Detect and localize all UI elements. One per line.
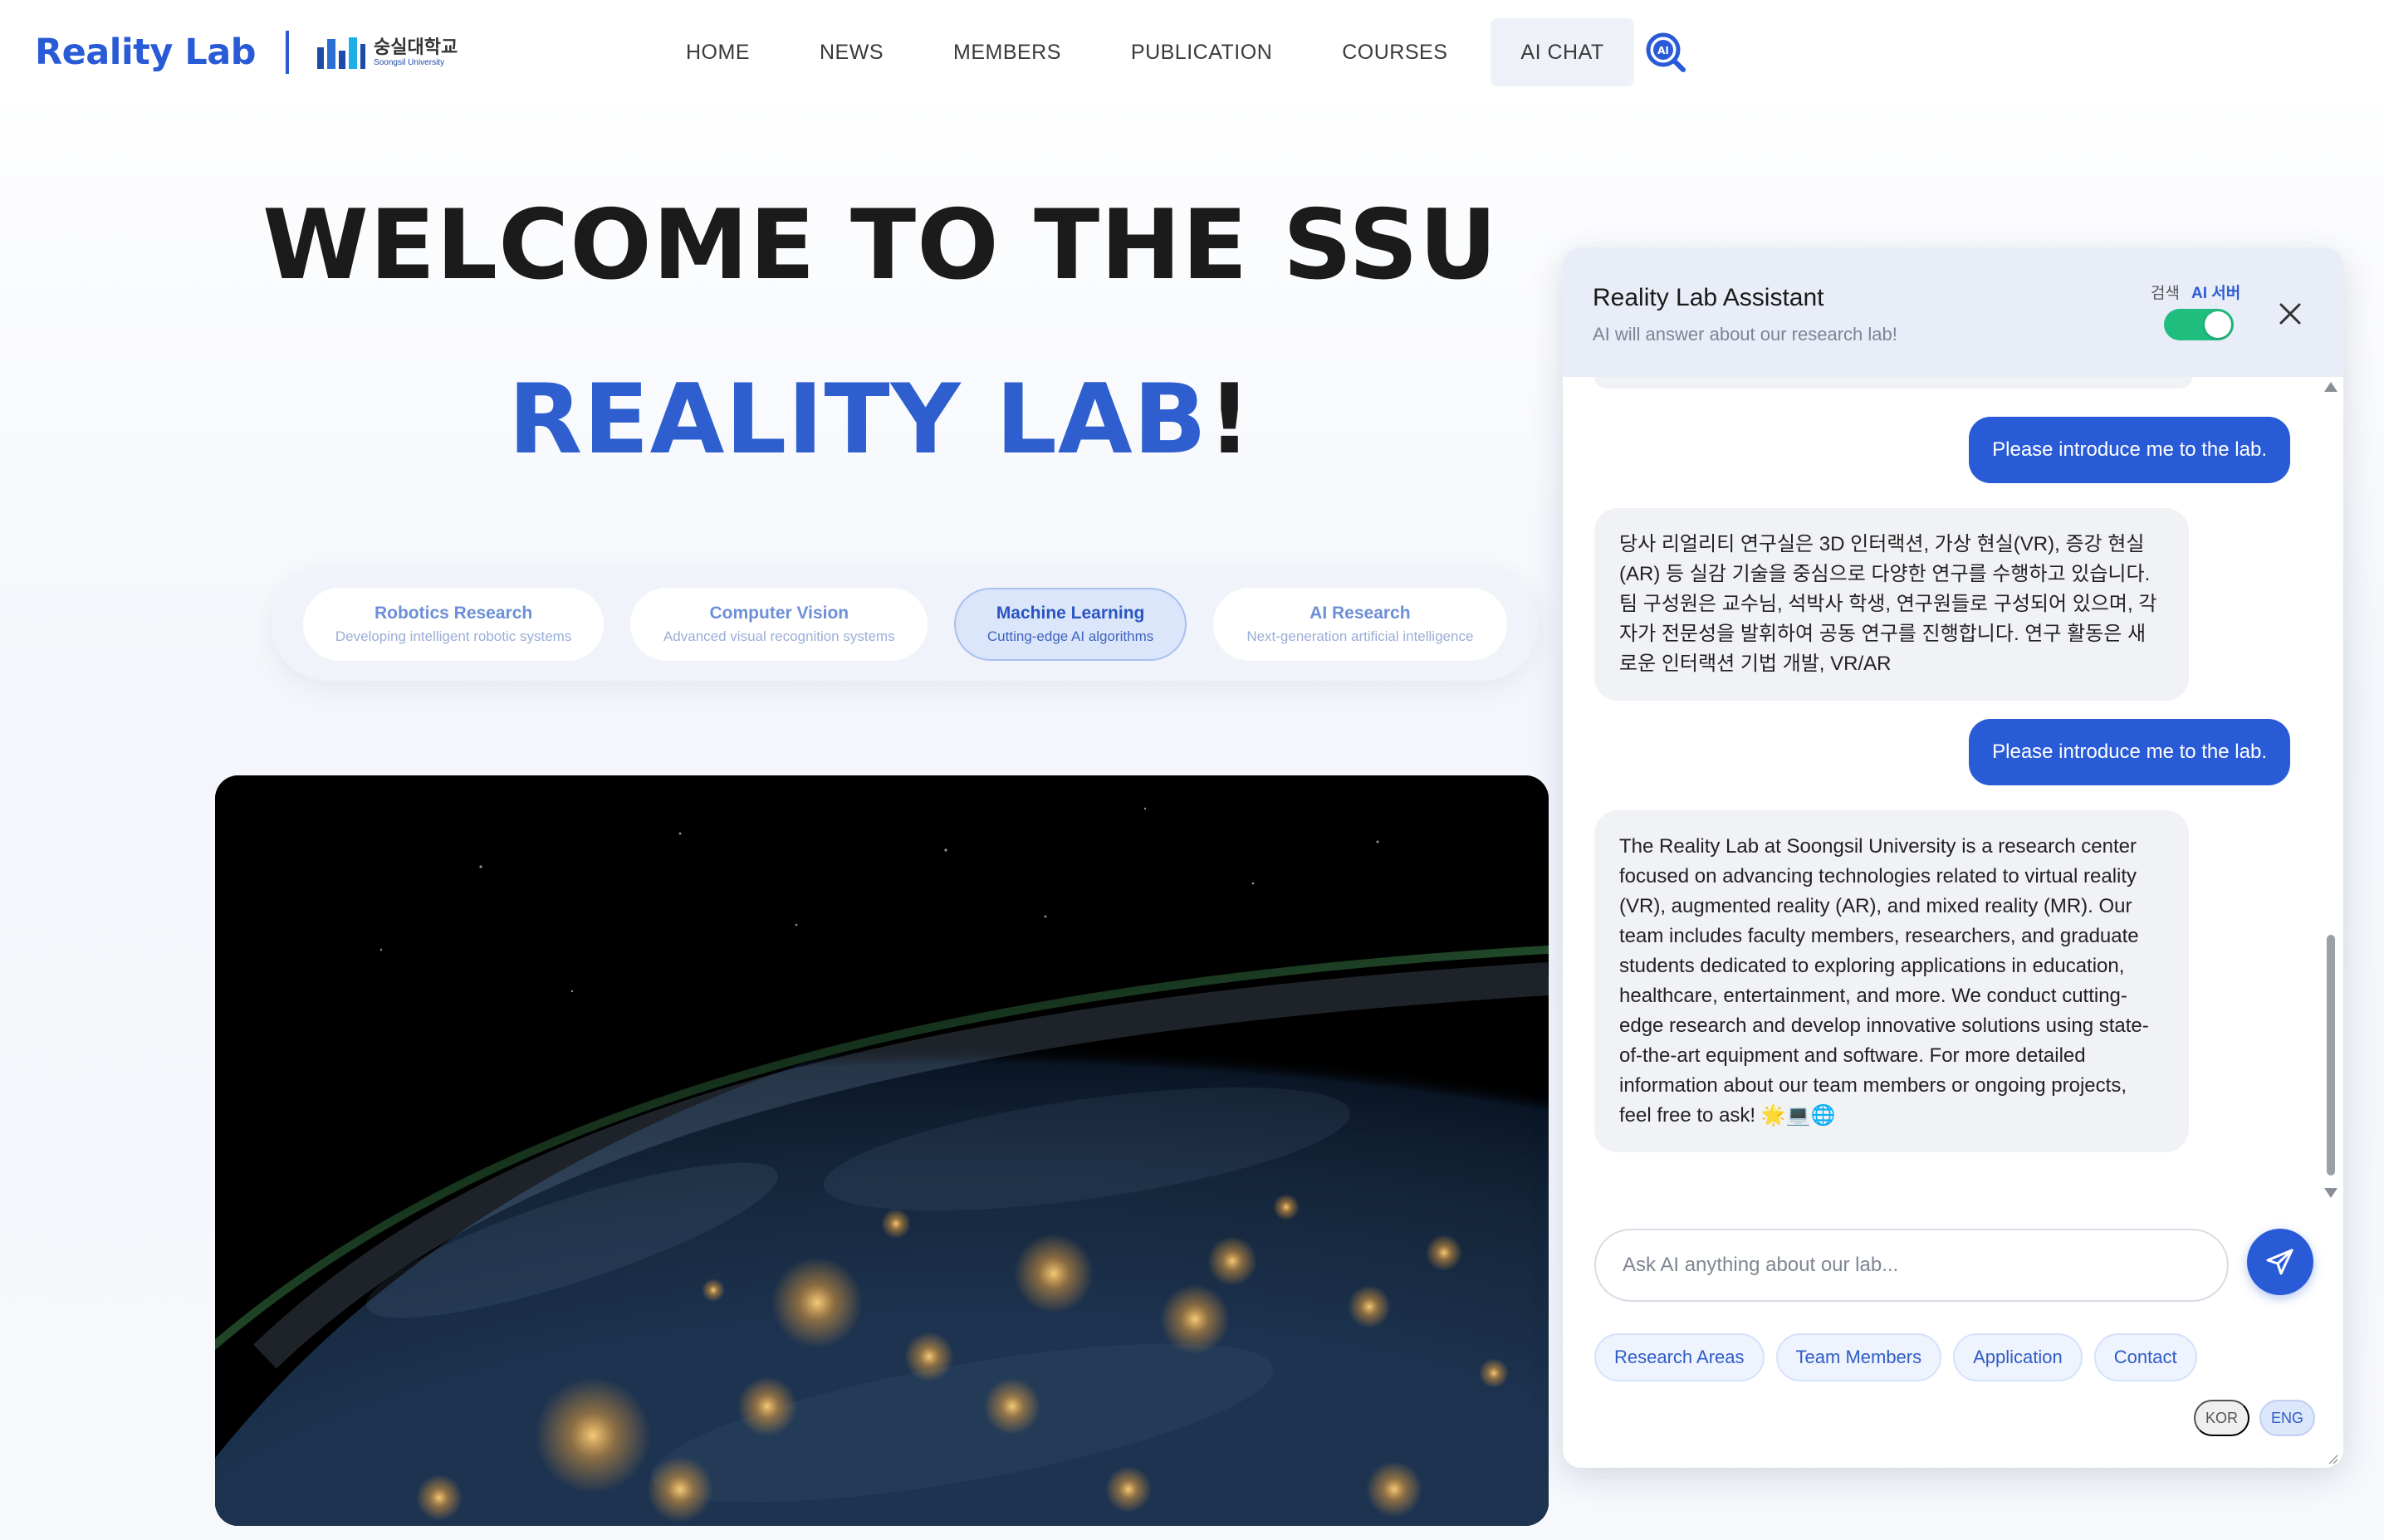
nav-publication[interactable]: PUBLICATION xyxy=(1096,18,1307,86)
hero-title-line-2: REALITY LAB! xyxy=(233,364,1528,476)
category-machine-learning[interactable]: Machine Learning Cutting-edge AI algorit… xyxy=(954,588,1187,661)
ai-search-icon[interactable]: AI xyxy=(1644,31,1687,74)
university-logo[interactable]: 숭실대학교 Soongsil University xyxy=(317,36,458,69)
assistant-message: The Reality Lab at Soongsil University i… xyxy=(1594,810,2189,1152)
chat-header: Reality Lab Assistant AI will answer abo… xyxy=(1563,247,2343,377)
category-title: Robotics Research xyxy=(374,604,533,623)
university-name-en: Soongsil University xyxy=(374,57,445,67)
hero-title-accent: REALITY LAB xyxy=(508,364,1208,476)
ai-chat-panel: Reality Lab Assistant AI will answer abo… xyxy=(1563,247,2343,1468)
chat-title: Reality Lab Assistant xyxy=(1593,284,1824,311)
category-computer-vision[interactable]: Computer Vision Advanced visual recognit… xyxy=(630,588,928,661)
category-description: Next-generation artificial intelligence xyxy=(1246,628,1474,644)
research-category-bar: Robotics Research Developing intelligent… xyxy=(272,568,1539,681)
earth-at-night-image xyxy=(215,775,1549,1526)
category-robotics-research[interactable]: Robotics Research Developing intelligent… xyxy=(303,588,605,661)
category-description: Cutting-edge AI algorithms xyxy=(986,628,1154,644)
user-message: Please introduce me to the lab. xyxy=(1969,417,2290,483)
category-title: Machine Learning xyxy=(996,604,1145,623)
lang-eng-button[interactable]: ENG xyxy=(2259,1400,2316,1436)
category-ai-research[interactable]: AI Research Next-generation artificial i… xyxy=(1212,588,1508,661)
hero-title-exclamation: ! xyxy=(1207,364,1252,476)
lang-kor-button[interactable]: KOR xyxy=(2194,1400,2250,1436)
category-title: AI Research xyxy=(1309,604,1411,623)
main-menu: HOME NEWS MEMBERS PUBLICATION COURSES AI… xyxy=(651,18,1634,86)
chat-mode-labels: 검색 AI 서버 xyxy=(2151,281,2240,303)
nav-home[interactable]: HOME xyxy=(651,18,785,86)
top-navbar: Reality Lab 숭실대학교 Soongsil University HO… xyxy=(0,0,2384,105)
toggle-knob xyxy=(2205,311,2231,338)
category-description: Advanced visual recognition systems xyxy=(663,628,895,644)
mode-ai-server-label: AI 서버 xyxy=(2191,285,2241,302)
category-description: Developing intelligent robotic systems xyxy=(335,628,572,644)
ai-server-toggle[interactable] xyxy=(2164,309,2234,340)
nav-ai-chat[interactable]: AI CHAT xyxy=(1491,18,1634,86)
send-button[interactable] xyxy=(2247,1229,2313,1295)
nav-members[interactable]: MEMBERS xyxy=(918,18,1096,86)
brand-logo[interactable]: Reality Lab 숭실대학교 Soongsil University xyxy=(35,25,458,80)
chat-scrollbar-thumb[interactable] xyxy=(2327,935,2335,1176)
language-switch: KOR ENG xyxy=(2194,1400,2316,1436)
quick-action-chips: Research Areas Team Members Application … xyxy=(1594,1333,2197,1381)
scroll-down-arrow-icon[interactable] xyxy=(2324,1188,2337,1198)
chat-input[interactable] xyxy=(1594,1229,2229,1302)
nav-courses[interactable]: COURSES xyxy=(1307,18,1482,86)
resize-handle-icon[interactable] xyxy=(2327,1453,2338,1464)
mode-search-label: 검색 xyxy=(2151,285,2180,302)
brand-name[interactable]: Reality Lab xyxy=(35,32,257,73)
assistant-message: 당사 리얼리티 연구실은 3D 인터랙션, 가상 현실(VR), 증강 현실(A… xyxy=(1594,508,2189,701)
chat-subtitle: AI will answer about our research lab! xyxy=(1593,324,1897,345)
send-icon xyxy=(2266,1249,2293,1275)
scroll-up-arrow-icon[interactable] xyxy=(2324,382,2337,392)
chip-contact[interactable]: Contact xyxy=(2093,1333,2197,1381)
previous-message-edge xyxy=(1594,377,2192,389)
chip-team-members[interactable]: Team Members xyxy=(1775,1333,1942,1381)
close-icon[interactable] xyxy=(2277,301,2303,327)
brand-divider xyxy=(286,31,290,74)
user-message: Please introduce me to the lab. xyxy=(1969,719,2290,785)
category-title: Computer Vision xyxy=(709,604,849,623)
nav-news[interactable]: NEWS xyxy=(785,18,918,86)
chip-application[interactable]: Application xyxy=(1953,1333,2083,1381)
ai-search-icon-label: AI xyxy=(1657,45,1669,56)
university-emblem-icon xyxy=(317,36,366,69)
chip-research-areas[interactable]: Research Areas xyxy=(1594,1333,1765,1381)
university-name-ko: 숭실대학교 xyxy=(374,36,458,57)
hero-title-line-1: WELCOME TO THE SSU xyxy=(262,189,1498,301)
